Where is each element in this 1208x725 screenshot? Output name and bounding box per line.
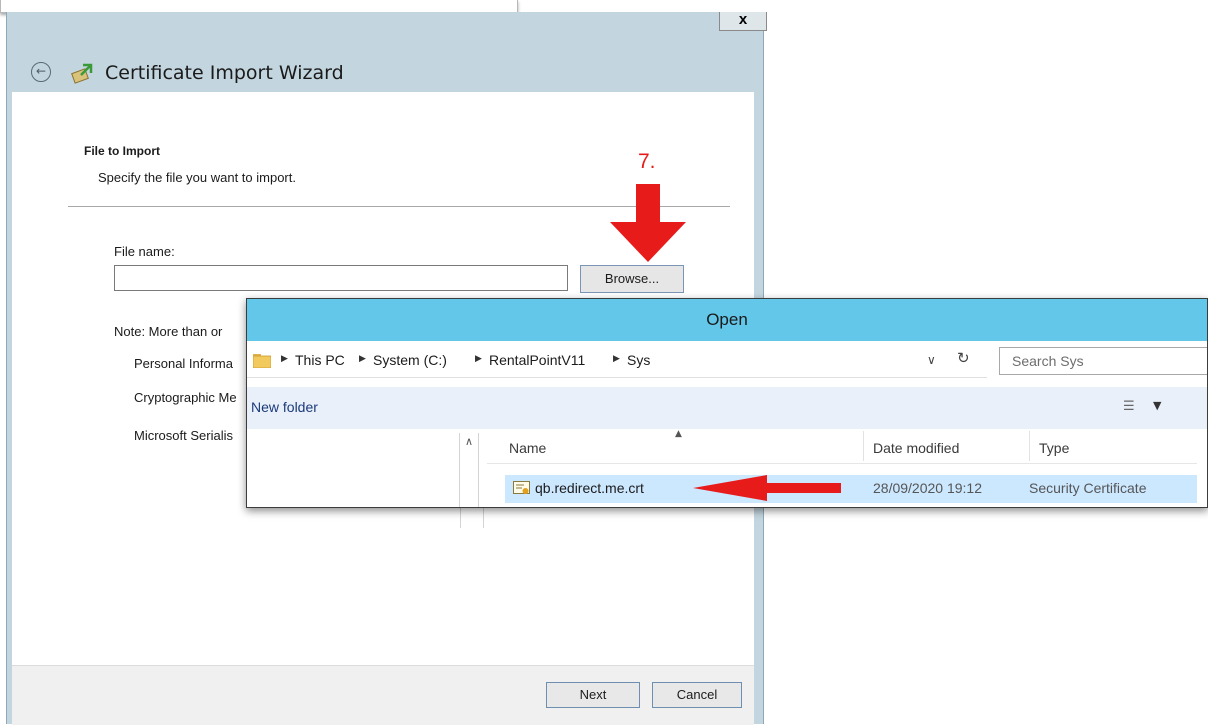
column-header-row: ▲ Name Date modified Type [487,429,1197,464]
dialog-title: Open [706,310,748,329]
wizard-footer [12,665,754,725]
format-item: Microsoft Serialis [134,428,233,443]
format-item: Personal Informa [134,356,233,371]
column-divider[interactable] [1029,431,1030,461]
certificate-wizard-icon [71,63,93,84]
breadcrumb-separator-icon: ▶ [613,354,620,364]
file-type: Security Certificate [1029,480,1147,496]
navigation-scrollbar[interactable]: ∧ [459,433,479,507]
back-arrow-icon[interactable]: ← [31,62,51,82]
wizard-title: Certificate Import Wizard [105,62,344,84]
column-name[interactable]: Name [509,440,546,456]
close-button[interactable]: x [719,12,767,31]
file-date-modified: 28/09/2020 19:12 [873,480,982,496]
breadcrumb-this-pc[interactable]: This PC [295,352,345,368]
dialog-toolbar: New folder ☰ ▼ [247,387,1207,429]
chevron-down-icon[interactable]: ∨ [927,353,936,367]
down-arrow-annotation-icon [610,184,686,262]
left-arrow-annotation-icon [693,475,841,501]
new-folder-button[interactable]: New folder [251,399,318,415]
view-options-icon[interactable]: ☰ [1123,399,1135,414]
next-button[interactable]: Next [546,682,640,708]
cancel-button[interactable]: Cancel [652,682,742,708]
breadcrumb-separator-icon: ▶ [475,354,482,364]
step-label: 7. [638,150,656,173]
file-name-label: File name: [114,244,175,259]
navigation-pane[interactable] [247,429,459,507]
address-bar[interactable]: ▶ This PC ▶ System (C:) ▶ RentalPointV11… [247,343,987,378]
note-text: Note: More than or [114,324,223,339]
scroll-up-icon[interactable]: ∧ [460,435,478,448]
column-date-modified[interactable]: Date modified [873,440,959,456]
breadcrumb-separator-icon: ▶ [359,354,366,364]
breadcrumb-separator-icon: ▶ [281,354,288,364]
section-description: Specify the file you want to import. [98,170,296,185]
refresh-icon[interactable]: ↻ [957,349,970,367]
breadcrumb-system-c[interactable]: System (C:) [373,352,447,368]
format-item: Cryptographic Me [134,390,237,405]
column-type[interactable]: Type [1039,440,1069,456]
scrollbar-fragment [460,506,484,528]
breadcrumb-sys[interactable]: Sys [627,352,650,368]
search-input[interactable]: Search Sys [999,347,1207,375]
open-file-dialog: Open ▶ This PC ▶ System (C:) ▶ RentalPoi… [246,298,1208,508]
browse-button[interactable]: Browse... [580,265,684,293]
column-divider[interactable] [863,431,864,461]
file-name[interactable]: qb.redirect.me.crt [535,480,644,496]
file-row[interactable]: qb.redirect.me.crt 28/09/2020 19:12 Secu… [505,475,1197,503]
certificate-icon [513,481,530,494]
view-dropdown-icon[interactable]: ▼ [1153,399,1161,412]
file-name-input[interactable] [114,265,568,291]
sort-ascending-icon: ▲ [675,429,682,439]
folder-icon [253,354,271,368]
breadcrumb-rentalpoint[interactable]: RentalPointV11 [489,352,585,368]
section-heading: File to Import [84,144,160,158]
